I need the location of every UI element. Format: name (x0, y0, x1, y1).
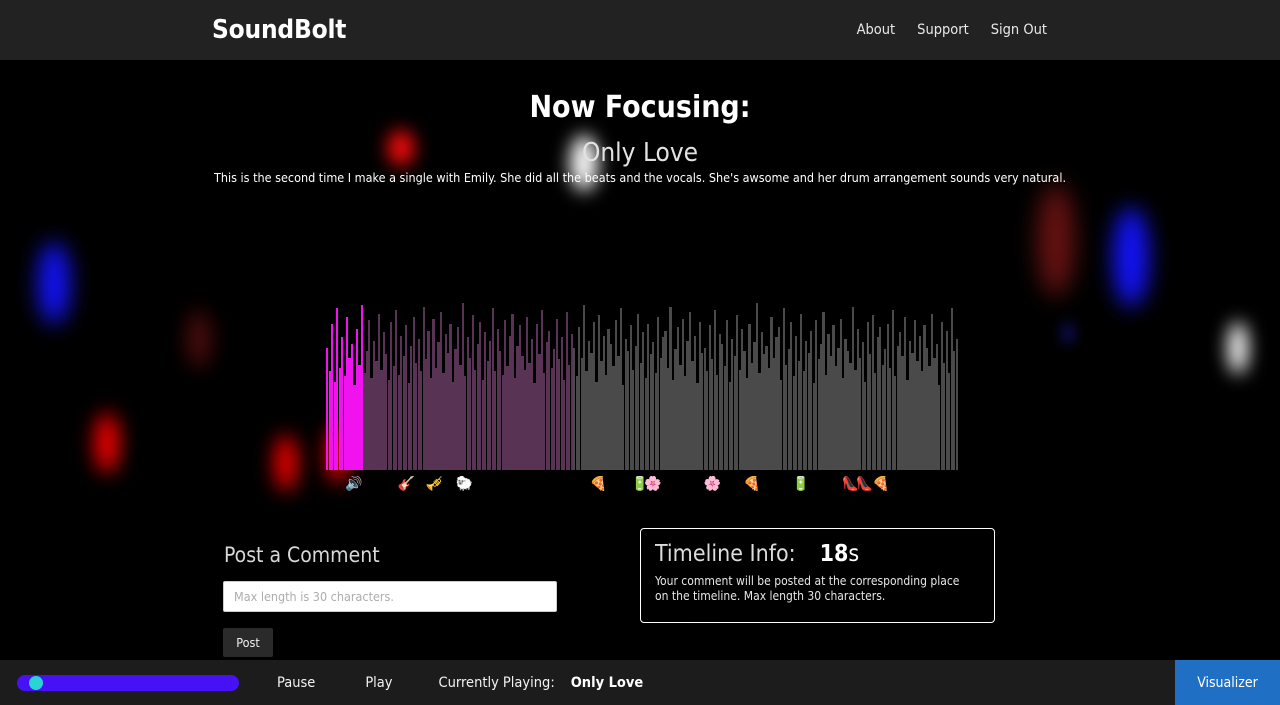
timeline-comment-markers: 🔊 🎸 🎺 🐑 🎚 🍕 🔋 🌸 🌸 🏙 🍕 🔋 👠 👠 🍕 🎚 (326, 476, 956, 494)
post-comment-heading: Post a Comment (224, 543, 380, 567)
timeline-info-seconds: 18 (819, 541, 849, 567)
timeline-marker[interactable]: 🍕 (589, 476, 607, 493)
timeline-marker[interactable]: 🎺 (425, 476, 443, 493)
timeline-info-label: Timeline Info: (655, 541, 796, 567)
nav-links: About Support Sign Out (857, 22, 1047, 38)
timeline-marker[interactable]: 🍕 (872, 476, 890, 493)
timeline-info-description: Your comment will be posted at the corre… (655, 574, 960, 604)
timeline-info-time: 18s (820, 541, 860, 567)
nav-link-sign-out[interactable]: Sign Out (991, 22, 1047, 38)
page-title: Now Focusing: (529, 90, 751, 125)
brand-logo[interactable]: SoundBolt (212, 17, 346, 43)
waveform-bar (955, 339, 958, 470)
nav-link-about[interactable]: About (857, 22, 896, 38)
volume-slider[interactable] (17, 674, 239, 691)
waveform-bars[interactable] (326, 300, 958, 470)
timeline-marker[interactable]: 🎸 (398, 476, 416, 493)
post-comment-section: Post a Comment Post (223, 543, 559, 657)
top-navbar: SoundBolt About Support Sign Out (0, 0, 1280, 60)
timeline-info-header: Timeline Info: 18s (655, 541, 980, 567)
timeline-marker[interactable]: 👠 (856, 476, 874, 493)
app-root: SoundBolt About Support Sign Out Now Foc… (0, 0, 1280, 705)
post-button[interactable]: Post (223, 628, 273, 657)
visualizer-button[interactable]: Visualizer (1175, 660, 1280, 705)
play-button[interactable]: Play (365, 675, 392, 691)
timeline-marker[interactable]: 🌸 (703, 476, 721, 493)
timeline-marker[interactable]: 🌸 (644, 476, 662, 493)
waveform-timeline[interactable] (326, 300, 958, 470)
timeline-marker[interactable]: 🍕 (743, 476, 761, 493)
now-playing-label: Currently Playing: (438, 674, 555, 691)
player-bar: Pause Play Currently Playing: Only Love … (0, 660, 1280, 705)
volume-slider-thumb[interactable] (29, 675, 43, 690)
nav-link-support[interactable]: Support (917, 22, 969, 38)
timeline-marker[interactable]: 🔋 (792, 476, 810, 493)
timeline-info-card: Timeline Info: 18s Your comment will be … (640, 528, 995, 623)
comment-input[interactable] (223, 581, 557, 612)
timeline-info-unit: s (848, 541, 860, 567)
timeline-marker[interactable]: 🐑 (456, 476, 474, 493)
track-description: This is the second time I make a single … (213, 170, 1067, 185)
timeline-marker[interactable]: 🎚 (520, 476, 539, 493)
timeline-marker[interactable]: 🔊 (345, 476, 363, 493)
main-content: Now Focusing: Only Love This is the seco… (0, 60, 1280, 660)
track-title: Only Love (581, 138, 699, 168)
timeline-marker[interactable]: 🎚 (918, 476, 936, 493)
now-playing-title: Only Love (570, 674, 644, 691)
pause-button[interactable]: Pause (277, 675, 315, 691)
